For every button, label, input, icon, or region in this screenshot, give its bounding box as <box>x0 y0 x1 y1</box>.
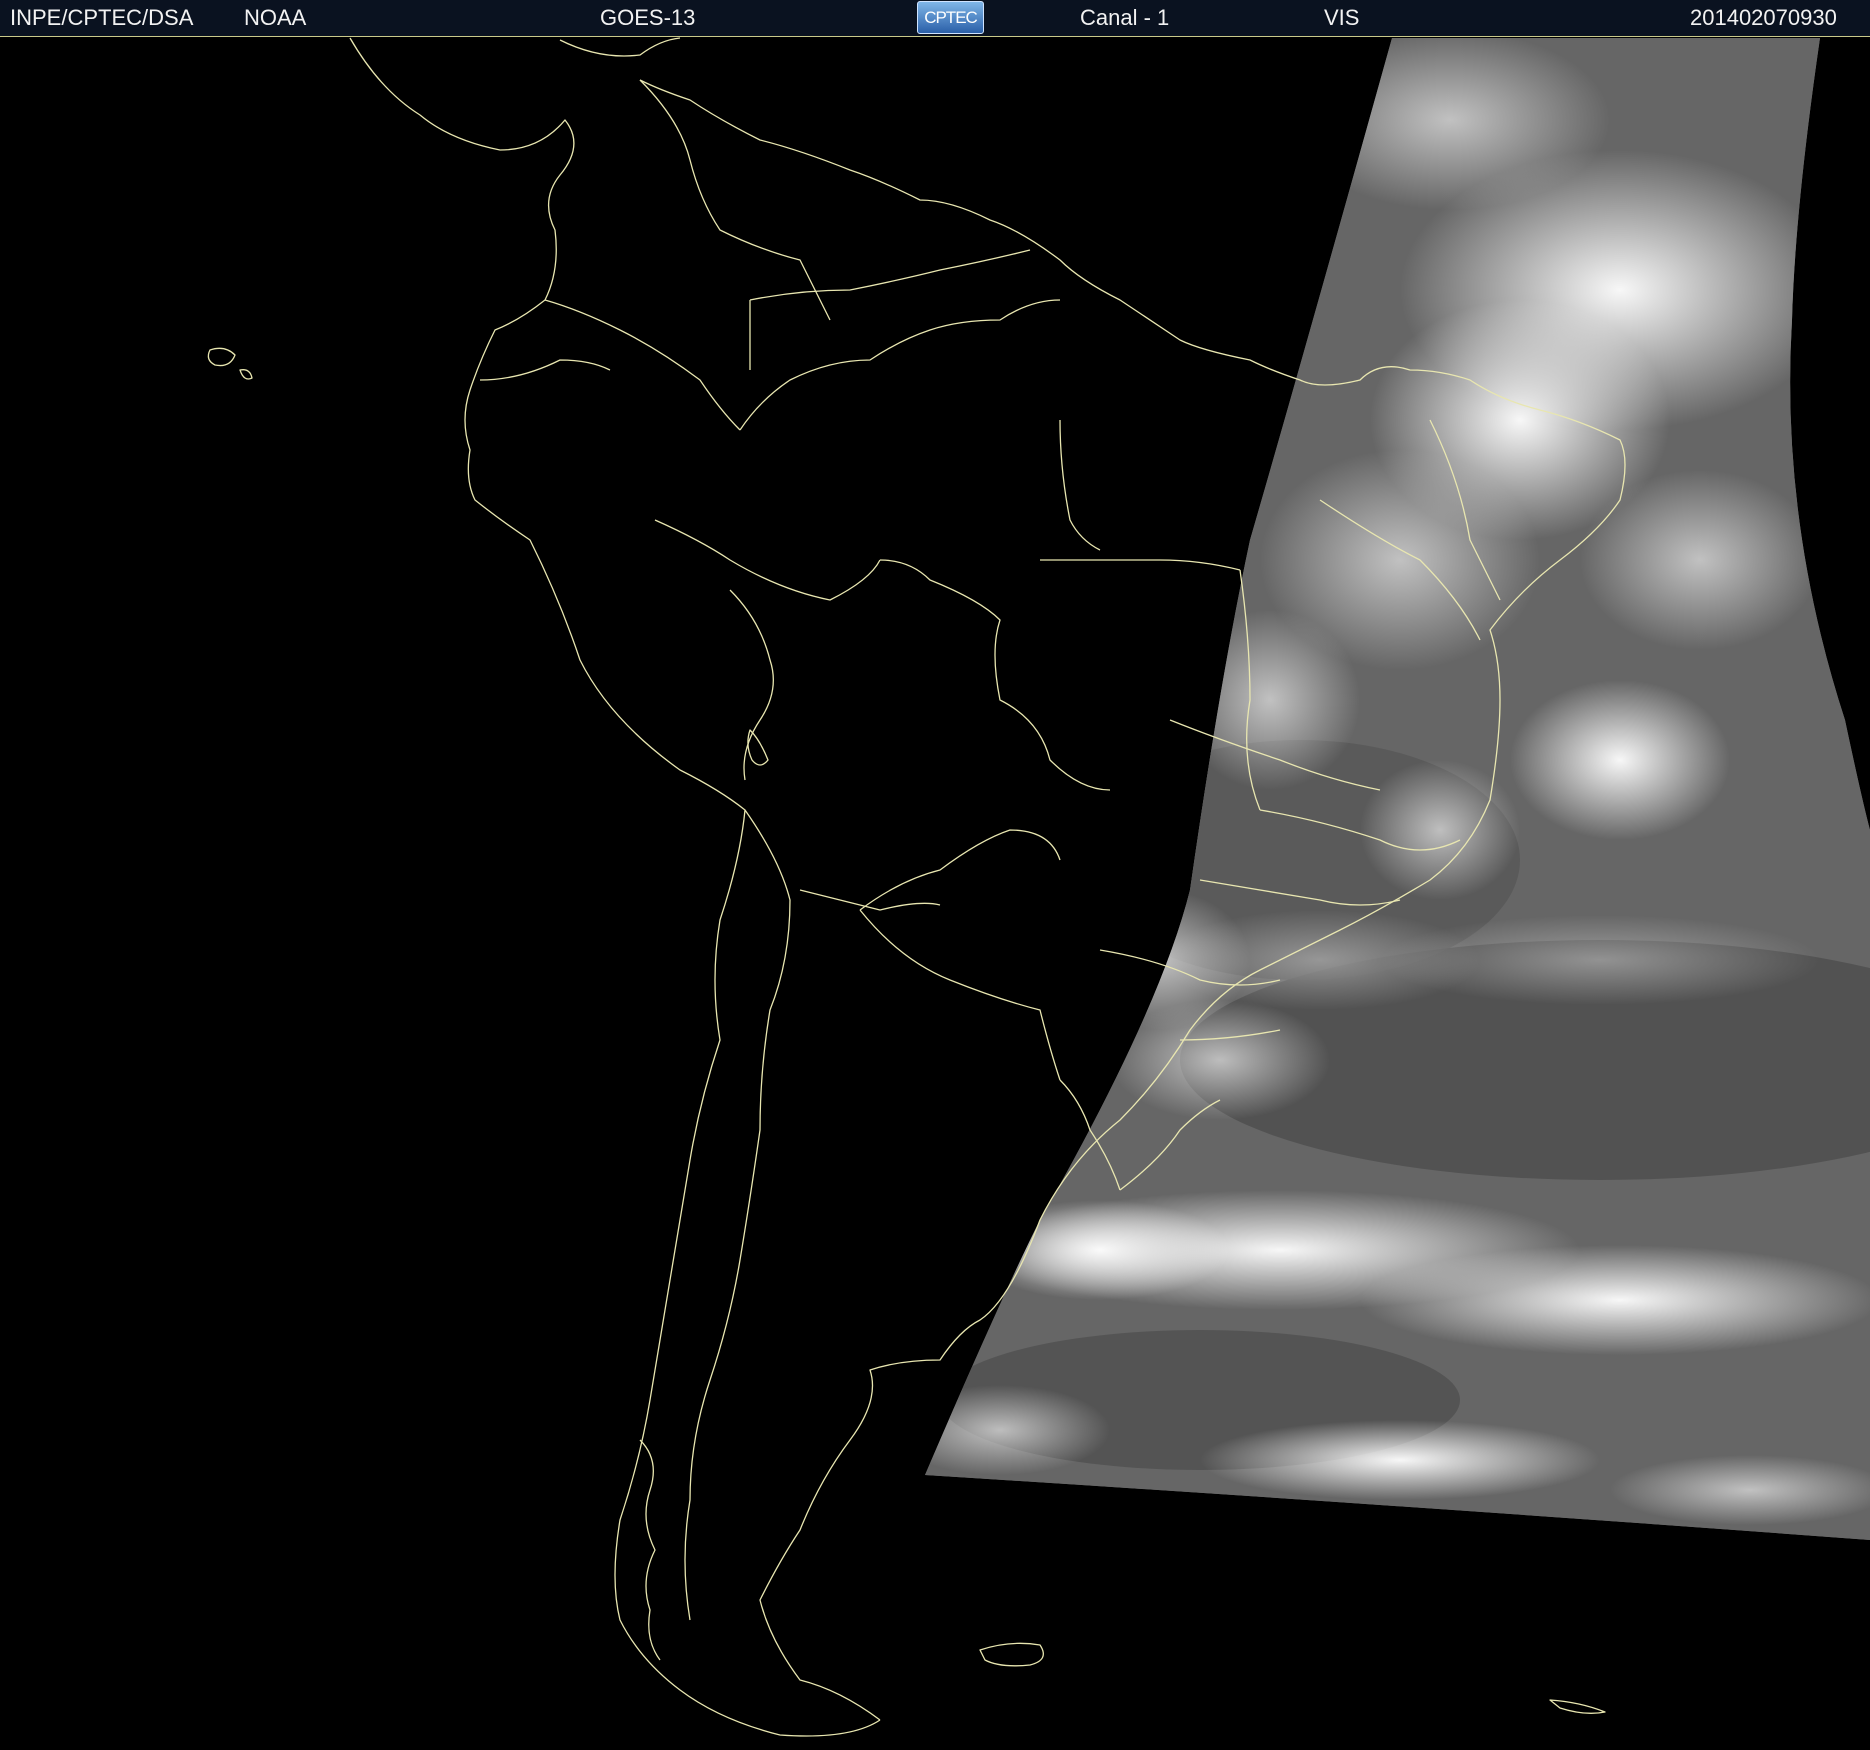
source-label: INPE/CPTEC/DSA <box>10 5 194 30</box>
timestamp-label: 201402070930 <box>1690 5 1837 30</box>
band-label: VIS <box>1324 5 1360 30</box>
satellite-label: GOES-13 <box>600 5 696 30</box>
agency-label: NOAA <box>244 5 307 30</box>
image-header-bar: INPE/CPTEC/DSA NOAA GOES-13 CPTEC Canal … <box>0 0 1870 37</box>
cptec-logo: CPTEC <box>917 1 984 34</box>
satellite-map <box>0 37 1870 1750</box>
channel-label: Canal - 1 <box>1080 5 1170 30</box>
